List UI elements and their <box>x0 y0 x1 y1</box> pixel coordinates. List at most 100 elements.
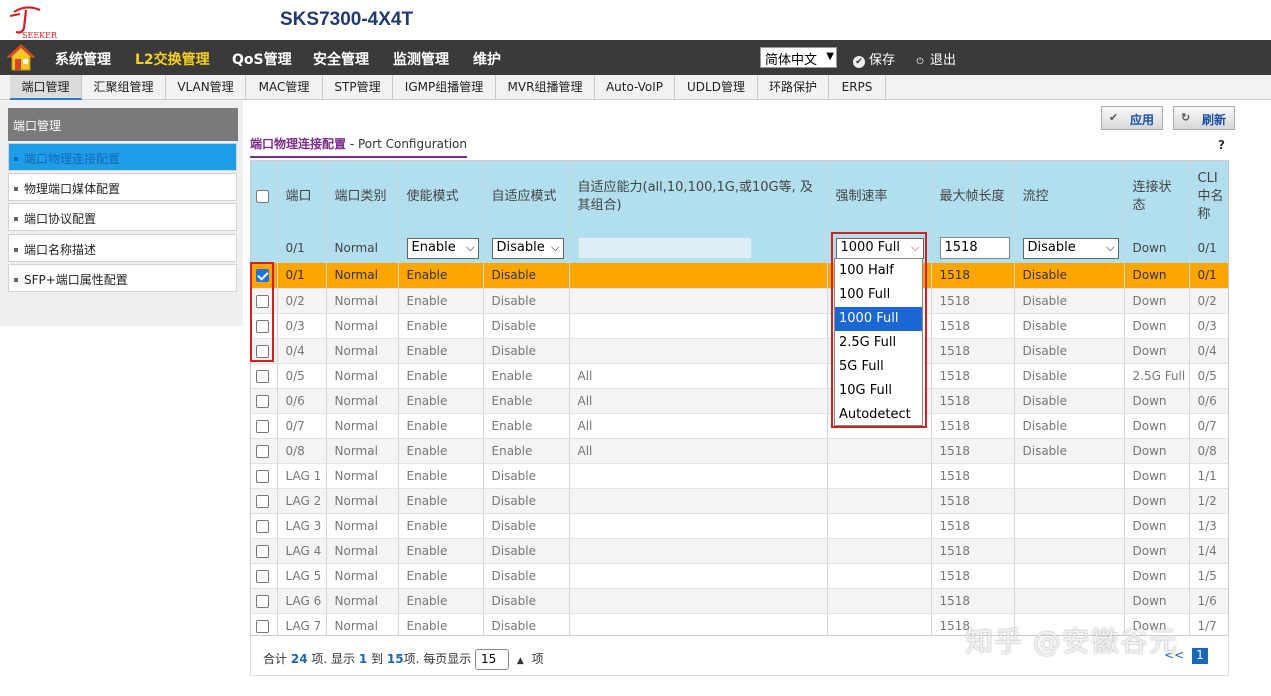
subnav-auto-voip[interactable]: Auto-VoIP <box>595 75 675 100</box>
nav-security[interactable]: 安全管理 <box>313 49 369 69</box>
subnav-mac-mgmt[interactable]: MAC管理 <box>246 75 323 100</box>
home-icon[interactable] <box>6 43 36 72</box>
cell-admin: Enable <box>398 463 484 489</box>
table-row[interactable]: LAG 5 Normal Enable Disable 1518 Down 1/5 <box>251 563 1228 589</box>
subnav-igmp-mgmt[interactable]: IGMP组播管理 <box>393 75 496 100</box>
row-checkbox[interactable] <box>256 544 269 558</box>
logout-button[interactable]: ⏻ 退出 <box>914 49 956 68</box>
nav-maintenance[interactable]: 维护 <box>473 49 501 69</box>
cell-flow <box>1014 488 1125 514</box>
row-checkbox[interactable] <box>256 444 269 458</box>
row-checkbox[interactable] <box>256 519 269 533</box>
subnav-lag-mgmt[interactable]: 汇聚组管理 <box>82 75 166 100</box>
table-row[interactable]: 0/8 Normal Enable Enable All 1518 Disable Down 0… <box>251 438 1228 464</box>
cell-flow: Disable <box>1014 313 1125 339</box>
cell-port: 0/4 <box>277 338 327 364</box>
mtu-input[interactable]: 1518 <box>939 237 1010 259</box>
col-header-type: 端口类别 <box>326 161 399 233</box>
cell-cli: 0/1 <box>1189 263 1228 289</box>
table-row[interactable]: 0/1 Normal Enable Disable 1518 Disable Down 0/1 <box>251 263 1228 289</box>
table-row[interactable]: 0/5 Normal Enable Enable All 1518 Disable 2.5G … <box>251 363 1228 389</box>
cell-port: 0/7 <box>277 413 327 439</box>
table-row[interactable]: LAG 6 Normal Enable Disable 1518 Down 1/6 <box>251 588 1228 614</box>
cell-capability <box>569 538 828 564</box>
subnav-udld-mgmt[interactable]: UDLD管理 <box>675 75 758 100</box>
refresh-button[interactable]: ↻ 刷新 <box>1173 106 1235 130</box>
cell-port: LAG 4 <box>277 538 327 564</box>
caret-up-icon[interactable]: ▲ <box>517 656 524 666</box>
cell-speed <box>827 463 932 489</box>
auto-mode-select[interactable]: Disable ⌵ <box>491 237 564 259</box>
footer-mid2: 到 <box>371 652 384 666</box>
apply-label: 应用 <box>1129 113 1154 127</box>
row-checkbox[interactable] <box>256 369 269 383</box>
cell-capability <box>569 263 828 289</box>
row-checkbox[interactable] <box>256 419 269 433</box>
help-icon[interactable]: ? <box>1218 138 1225 152</box>
table-row[interactable]: 0/4 Normal Enable Disable 1518 Disable Down 0/4 <box>251 338 1228 364</box>
table-row[interactable]: LAG 1 Normal Enable Disable 1518 Down 1/1 <box>251 463 1228 489</box>
save-button[interactable]: ✔ 保存 <box>853 49 895 68</box>
subnav-stp-mgmt[interactable]: STP管理 <box>323 75 393 100</box>
table-row[interactable]: 0/2 Normal Enable Disable 1518 Disable Down 0/2 <box>251 288 1228 314</box>
capability-input[interactable] <box>577 237 752 259</box>
apply-button[interactable]: ✔ 应用 <box>1101 106 1163 130</box>
cell-mtu: 1518 <box>931 363 1015 389</box>
table-row[interactable]: LAG 4 Normal Enable Disable 1518 Down 1/4 <box>251 538 1228 564</box>
cell-mtu: 1518 <box>931 263 1015 289</box>
cell-capability <box>569 463 828 489</box>
row-checkbox-cell <box>251 413 278 439</box>
sidebar-item-port-description[interactable]: 端口名称描述 <box>8 234 237 262</box>
sidebar-item-port-media[interactable]: 物理端口媒体配置 <box>8 173 237 201</box>
cell-admin: Enable <box>398 313 484 339</box>
sidebar-item-port-protocol[interactable]: 端口协议配置 <box>8 203 237 231</box>
nav-system[interactable]: 系统管理 <box>55 49 111 69</box>
row-checkbox[interactable] <box>256 469 269 483</box>
table-row[interactable]: LAG 2 Normal Enable Disable 1518 Down 1/2 <box>251 488 1228 514</box>
subnav-loop-protect[interactable]: 环路保护 <box>758 75 829 100</box>
subnav-mvr-mgmt[interactable]: MVR组播管理 <box>496 75 595 100</box>
speed-highlight-box <box>831 232 927 428</box>
table-row[interactable]: 0/3 Normal Enable Disable 1518 Disable Down 0/3 <box>251 313 1228 339</box>
subnav-port-mgmt[interactable]: 端口管理 <box>10 75 82 100</box>
row-checkbox[interactable] <box>256 394 269 408</box>
check-icon: ✔ <box>853 56 865 68</box>
pager-current[interactable]: 1 <box>1192 648 1208 664</box>
col-header-admin: 使能模式 <box>398 161 484 233</box>
select-all-checkbox[interactable] <box>256 190 269 203</box>
cell-type: Normal <box>326 363 399 389</box>
cell-auto: Disable <box>483 513 570 539</box>
cell-port: LAG 2 <box>277 488 327 514</box>
cell-mtu: 1518 <box>931 563 1015 589</box>
row-checkbox[interactable] <box>256 569 269 583</box>
chevron-down-icon: ⌵ <box>466 240 475 254</box>
table-row[interactable]: LAG 3 Normal Enable Disable 1518 Down 1/3 <box>251 513 1228 539</box>
nav-l2-switch[interactable]: L2交换管理 <box>135 49 210 69</box>
page-size-input[interactable]: 15 <box>475 649 510 670</box>
admin-mode-value: Enable <box>411 239 456 255</box>
flow-control-select[interactable]: Disable ⌵ <box>1022 237 1119 259</box>
cell-port: LAG 1 <box>277 463 327 489</box>
nav-qos[interactable]: QoS管理 <box>232 49 292 69</box>
row-checkbox[interactable] <box>256 594 269 608</box>
watermark: 知乎 @安徽谷元 <box>965 625 1178 658</box>
admin-mode-select[interactable]: Enable ⌵ <box>406 237 479 259</box>
table-row[interactable]: 0/6 Normal Enable Enable All 1518 Disable Down 0… <box>251 388 1228 414</box>
nav-monitoring[interactable]: 监测管理 <box>393 49 449 69</box>
bullet-icon <box>14 278 18 282</box>
cell-capability <box>569 288 828 314</box>
cell-mtu: 1518 <box>931 313 1015 339</box>
cell-auto: Enable <box>483 413 570 439</box>
sidebar-item-port-config[interactable]: 端口物理连接配置 <box>8 143 237 171</box>
logout-label: 退出 <box>930 53 957 68</box>
chevron-down-icon: ⌵ <box>551 240 560 254</box>
language-select[interactable]: 简体中文 ▼ <box>760 47 837 68</box>
cell-admin: Enable <box>398 588 484 614</box>
subnav-vlan-mgmt[interactable]: VLAN管理 <box>166 75 246 100</box>
sidebar-item-sfp-config[interactable]: SFP+端口属性配置 <box>8 264 237 292</box>
subnav-erps[interactable]: ERPS <box>829 75 886 100</box>
row-checkbox[interactable] <box>256 494 269 508</box>
row-checkbox[interactable] <box>256 619 269 633</box>
table-row[interactable]: 0/7 Normal Enable Enable All 1518 Disable Down 0… <box>251 413 1228 439</box>
cell-port: LAG 5 <box>277 563 327 589</box>
